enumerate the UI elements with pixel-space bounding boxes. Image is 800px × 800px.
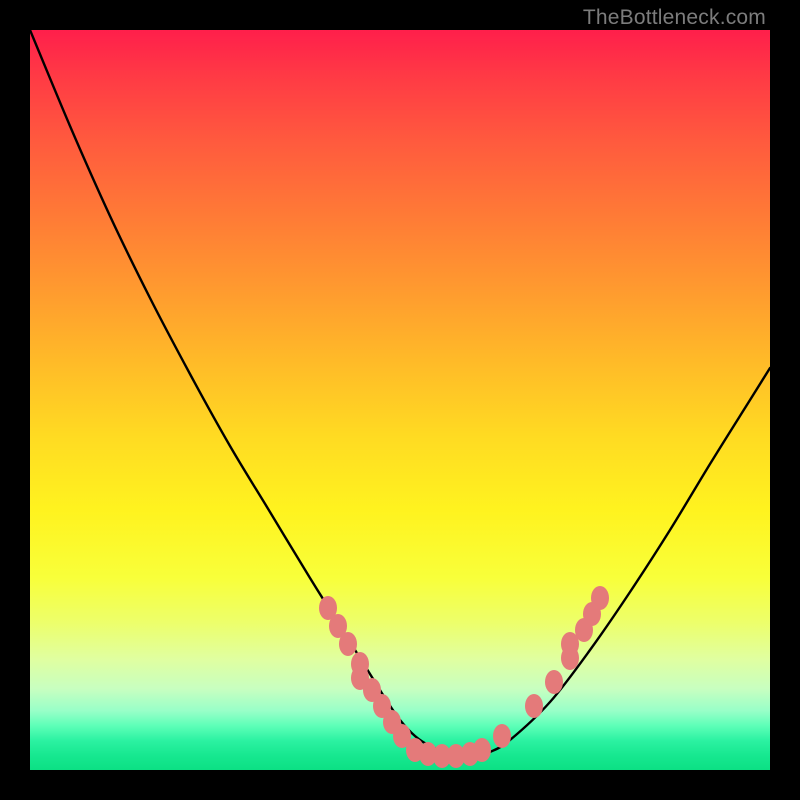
curve-marker-dot bbox=[339, 632, 357, 656]
watermark-text: TheBottleneck.com bbox=[583, 6, 766, 30]
curve-marker-dot bbox=[525, 694, 543, 718]
curve-marker-dot bbox=[493, 724, 511, 748]
curve-marker-dot bbox=[591, 586, 609, 610]
chart-svg bbox=[30, 30, 770, 770]
curve-markers bbox=[319, 586, 609, 768]
chart-plot-area bbox=[30, 30, 770, 770]
curve-marker-dot bbox=[545, 670, 563, 694]
curve-marker-dot bbox=[473, 738, 491, 762]
bottleneck-curve bbox=[30, 30, 770, 756]
